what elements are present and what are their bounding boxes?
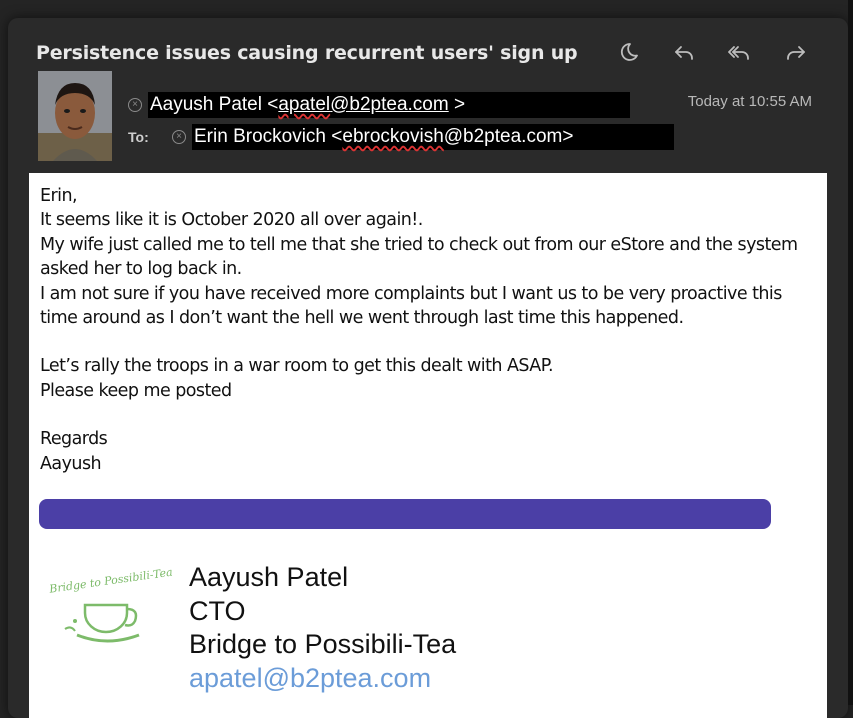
to-address[interactable]: Erin Brockovich <ebrockovish@b2ptea.com> [192,124,674,150]
message-body: Erin, It seems like it is October 2020 a… [29,173,827,718]
remove-recipient-icon[interactable]: × [172,130,186,144]
signature-email-link[interactable]: apatel@b2ptea.com [189,662,456,696]
body-line: Let’s rally the troops in a war room to … [40,356,554,377]
body-line: It seems like it is October 2020 all ove… [40,210,423,231]
signature-title: CTO [189,595,246,626]
email-timestamp: Today at 10:55 AM [687,93,812,110]
signature-company: Bridge to Possibili-Tea [189,629,457,659]
sign-name: Aayush [40,453,102,474]
closing: Regards [40,429,108,450]
signature-divider-bar [39,499,771,529]
signature-block: Aayush Patel CTO Bridge to Possibili-Tea… [189,561,456,695]
signature-name: Aayush Patel [189,562,349,592]
moon-icon[interactable] [610,40,646,66]
email-subject: Persistence issues causing recurrent use… [36,42,578,64]
from-address[interactable]: Aayush Patel <apatel@b2ptea.com > [148,92,630,118]
to-label: To: [128,129,149,145]
from-row: × Aayush Patel <apatel@b2ptea.com > [128,92,630,118]
reply-all-icon[interactable] [722,40,758,66]
company-logo: Bridge to Possibili-Tea [45,563,175,653]
body-line: I am not sure if you have received more … [40,283,782,329]
forward-icon[interactable] [778,40,814,66]
body-line: Please keep me posted [40,380,232,401]
logo-text: Bridge to Possibili-Tea [47,566,173,596]
message-text: Erin, It seems like it is October 2020 a… [40,184,820,476]
window-edge [848,0,853,705]
body-line: My wife just called me to tell me that s… [40,234,798,280]
greeting: Erin, [40,186,78,206]
sender-avatar [38,71,112,161]
mail-toolbar [610,40,814,66]
reply-icon[interactable] [666,40,702,66]
to-row: To: × Erin Brockovich <ebrockovish@b2pte… [128,124,674,150]
remove-sender-icon[interactable]: × [128,98,142,112]
mail-window: Persistence issues causing recurrent use… [8,18,848,718]
